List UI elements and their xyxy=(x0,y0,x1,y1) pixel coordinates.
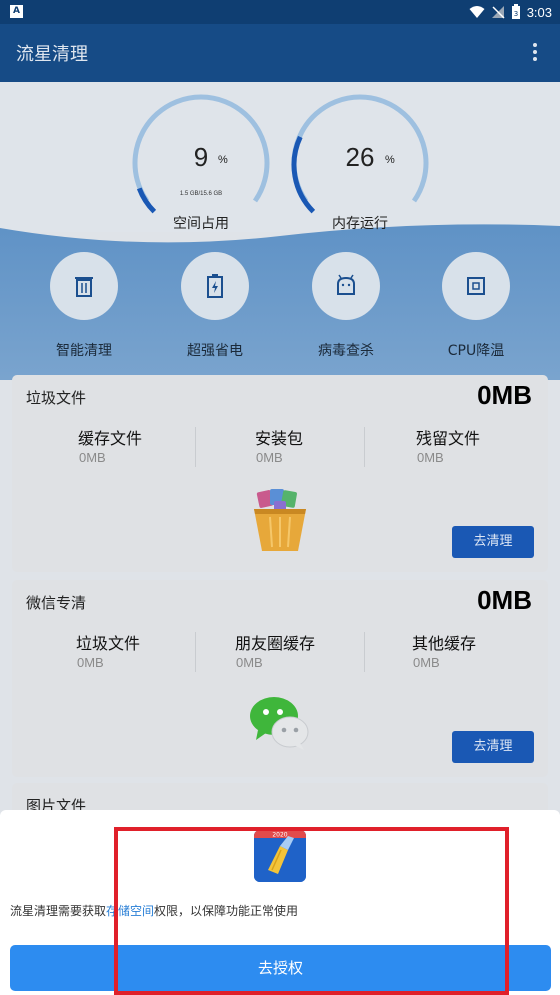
stat-name: 安装包 xyxy=(255,429,304,448)
android-icon xyxy=(312,252,380,320)
no-signal-icon xyxy=(491,6,505,19)
cpu-icon xyxy=(442,252,510,320)
battery-level-text: 3 xyxy=(513,10,517,18)
divider xyxy=(364,632,365,672)
divider xyxy=(364,427,365,467)
feature-power-saving[interactable]: 超强省电 xyxy=(160,252,270,360)
memory-percent: 26 xyxy=(345,142,375,172)
storage-percent: 9 xyxy=(193,142,209,172)
storage-unit: % xyxy=(218,154,228,166)
memory-unit: % xyxy=(385,154,395,166)
grant-permission-button[interactable]: 去授权 xyxy=(10,945,551,991)
feature-cpu-cooling[interactable]: CPU降温 xyxy=(421,252,531,360)
junk-files-card[interactable]: 垃圾文件 0MB 缓存文件 0MB 安装包 0MB 残留文件 0MB 去清理 xyxy=(12,375,548,572)
battery-status-icon: 3 xyxy=(511,4,520,19)
status-time: 3:03 xyxy=(526,4,552,20)
wechat-junk-stat: 垃圾文件 0MB xyxy=(76,630,246,676)
feature-label: 病毒查杀 xyxy=(318,343,374,359)
stat-value: 0MB xyxy=(77,655,104,670)
stat-name: 垃圾文件 xyxy=(76,634,141,653)
stat-value: 0MB xyxy=(413,655,440,670)
memory-gauge[interactable]: 26 % 内存运行 xyxy=(289,94,431,236)
stat-name: 残留文件 xyxy=(416,429,481,448)
card-title: 微信专清 xyxy=(26,594,87,612)
divider xyxy=(195,427,196,467)
stat-value: 0MB xyxy=(236,655,263,670)
app-bar: 流星清理 xyxy=(0,24,560,82)
wifi-icon xyxy=(469,6,485,18)
residual-files-stat: 残留文件 0MB xyxy=(416,425,560,471)
stat-value: 0MB xyxy=(256,450,283,465)
stat-name: 缓存文件 xyxy=(78,429,143,448)
stat-name: 其他缓存 xyxy=(412,634,477,653)
feature-smart-clean[interactable]: 智能清理 xyxy=(29,252,139,360)
stat-value: 0MB xyxy=(417,450,444,465)
notification-icon: A xyxy=(10,5,23,18)
card-total-size: 0MB xyxy=(477,380,532,410)
permission-message: 流星清理需要获取存储空间权限，以保障功能正常使用 xyxy=(10,904,299,918)
storage-usage: 1.5 GB/15.6 GB xyxy=(179,191,223,197)
clean-junk-button[interactable]: 去清理 xyxy=(452,526,534,558)
more-options-icon[interactable] xyxy=(532,43,538,63)
feature-virus-scan[interactable]: 病毒查杀 xyxy=(291,252,401,360)
storage-gauge[interactable]: 9 % 1.5 GB/15.6 GB 空间占用 xyxy=(130,94,272,236)
divider xyxy=(195,632,196,672)
storage-permission-link[interactable]: 存储空间 xyxy=(106,904,154,918)
app-logo-badge: 2020 xyxy=(272,832,287,839)
trash-bin-illustration xyxy=(254,489,306,551)
other-cache-stat: 其他缓存 0MB xyxy=(412,630,560,676)
trash-icon xyxy=(50,252,118,320)
feature-label: 智能清理 xyxy=(56,343,112,359)
permission-sheet: 2020 流星清理需要获取存储空间权限，以保障功能正常使用 去授权 xyxy=(0,810,560,995)
status-bar: A 3 3:03 xyxy=(0,0,560,24)
wechat-icon xyxy=(250,697,309,750)
battery-icon xyxy=(181,252,249,320)
moments-cache-stat: 朋友圈缓存 0MB xyxy=(235,630,405,676)
memory-label: 内存运行 xyxy=(332,216,388,232)
card-total-size: 0MB xyxy=(477,585,532,615)
app-title: 流星清理 xyxy=(16,44,88,65)
card-title: 垃圾文件 xyxy=(26,389,87,407)
cache-files-stat: 缓存文件 0MB xyxy=(78,425,248,471)
storage-label: 空间占用 xyxy=(173,216,229,232)
feature-label: 超强省电 xyxy=(187,343,243,359)
app-logo-icon: 2020 xyxy=(254,830,306,882)
stat-value: 0MB xyxy=(79,450,106,465)
clean-wechat-button[interactable]: 去清理 xyxy=(452,731,534,763)
wechat-clean-card[interactable]: 微信专清 0MB 垃圾文件 0MB 朋友圈缓存 0MB 其他缓存 0MB 去清理 xyxy=(12,580,548,777)
apk-stat: 安装包 0MB xyxy=(255,425,425,471)
stat-name: 朋友圈缓存 xyxy=(235,634,316,653)
feature-label: CPU降温 xyxy=(447,343,505,359)
